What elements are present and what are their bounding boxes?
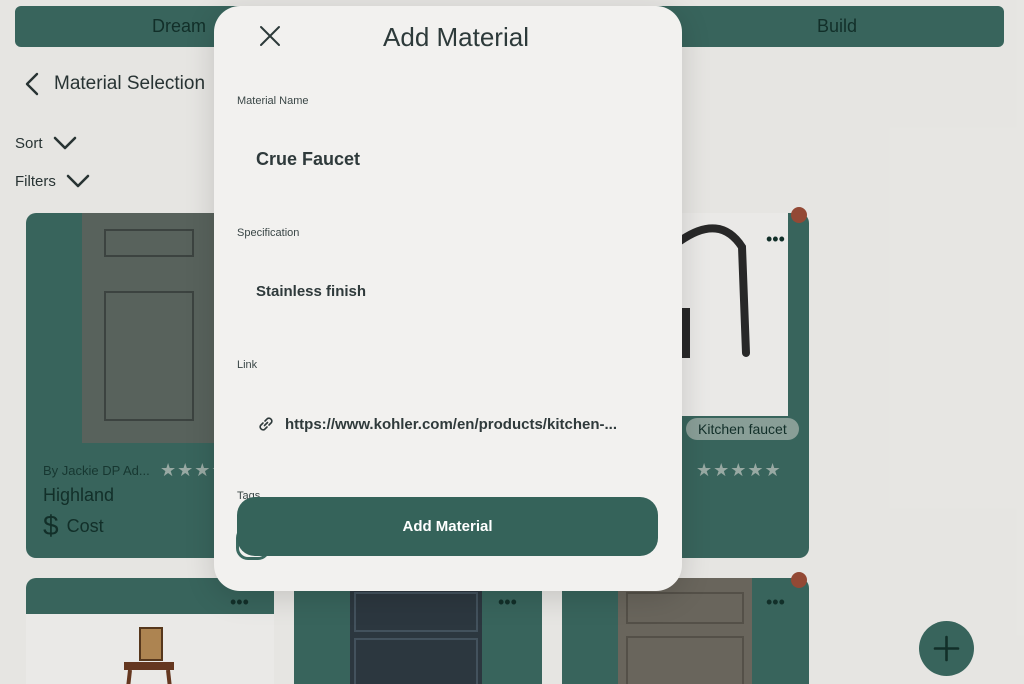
add-material-modal: Add Material Material Name Crue Faucet S… bbox=[214, 6, 682, 591]
modal-title: Add Material bbox=[383, 22, 529, 52]
link-field[interactable]: https://www.kohler.com/en/products/kitch… bbox=[256, 414, 617, 434]
material-name-field[interactable]: Crue Faucet bbox=[256, 149, 360, 170]
specification-label: Specification bbox=[237, 227, 300, 239]
link-label: Link bbox=[237, 359, 258, 371]
specification-field[interactable]: Stainless finish bbox=[256, 283, 366, 300]
link-url[interactable]: https://www.kohler.com/en/products/kitch… bbox=[285, 416, 617, 433]
material-name-label: Material Name bbox=[237, 95, 309, 107]
link-icon bbox=[259, 417, 273, 431]
add-material-button[interactable]: Add Material bbox=[237, 497, 658, 556]
